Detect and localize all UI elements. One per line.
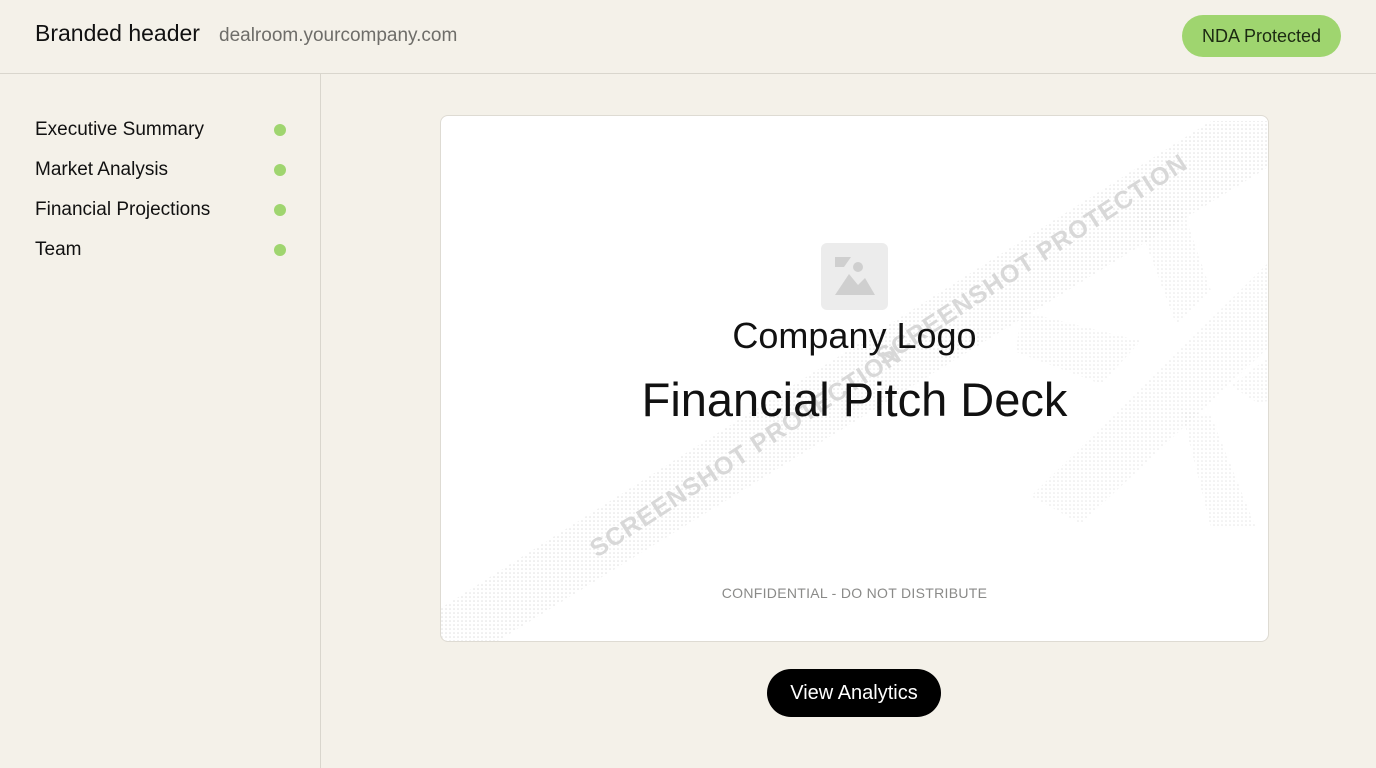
sidebar-item-label: Market Analysis: [35, 159, 169, 180]
image-placeholder-icon: [835, 257, 875, 295]
status-dot-icon: [274, 244, 286, 256]
status-dot-icon: [274, 164, 286, 176]
app-header: Branded header dealroom.yourcompany.com …: [0, 0, 1376, 74]
sidebar-item-team[interactable]: Team: [35, 236, 287, 264]
sidebar-item-label: Executive Summary: [35, 119, 204, 140]
nda-protected-badge: NDA Protected: [1182, 15, 1341, 57]
watermark-shape: [1131, 204, 1211, 324]
sidebar-item-market-analysis[interactable]: Market Analysis: [35, 156, 287, 184]
sidebar-item-financial-projections[interactable]: Financial Projections: [35, 196, 287, 224]
sidebar-item-label: Team: [35, 239, 82, 260]
company-logo-placeholder: [821, 243, 888, 310]
confidential-notice: CONFIDENTIAL - DO NOT DISTRIBUTE: [721, 585, 988, 601]
status-dot-icon: [274, 204, 286, 216]
slide-preview: SCREENSHOT PROTECTION SCREENSHOT PROTECT…: [440, 115, 1269, 642]
deck-title: Financial Pitch Deck: [641, 373, 1068, 426]
brand-title: Branded header: [35, 20, 200, 46]
status-dot-icon: [274, 124, 286, 136]
sidebar-item-label: Financial Projections: [35, 199, 211, 220]
sidebar-item-executive-summary[interactable]: Executive Summary: [35, 116, 287, 144]
company-logo-label: Company Logo: [732, 315, 977, 356]
view-analytics-button[interactable]: View Analytics: [767, 669, 941, 717]
dealroom-domain: dealroom.yourcompany.com: [219, 25, 458, 46]
sidebar: Executive Summary Market Analysis Financ…: [0, 74, 321, 768]
